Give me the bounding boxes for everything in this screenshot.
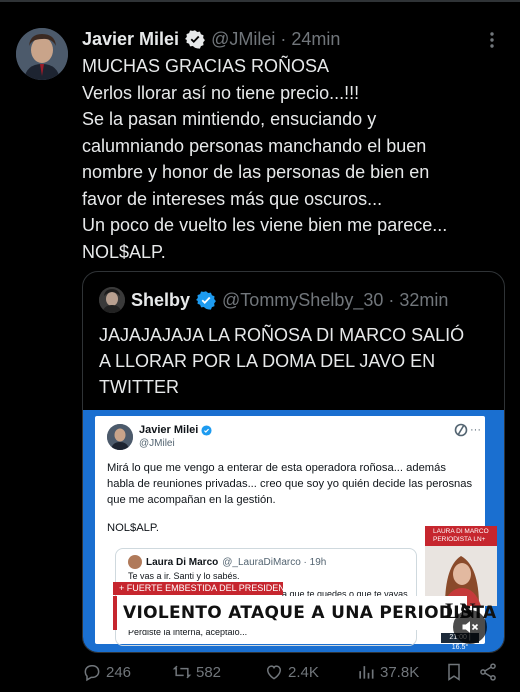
reply-count: 246: [106, 663, 132, 681]
repost-count: 582: [196, 663, 222, 681]
card-signature: NOL$ALP.: [107, 522, 160, 534]
quoted-tweet-text: JAJAJAJAJA LA ROÑOSA DI MARCO SALIÓ A LL…: [99, 322, 491, 400]
bookmark-button[interactable]: [444, 662, 478, 682]
quoted-tweet-header: Shelby @TommyShelby_30 · 32min: [99, 286, 448, 314]
card-line: que me acompañan en la gestión.: [107, 494, 276, 506]
reply-button[interactable]: 246: [82, 662, 172, 682]
tweet-actions: 246 582 2.4K 37.8K: [82, 658, 502, 686]
verified-badge-icon: [185, 29, 205, 49]
quoted-author-name[interactable]: Shelby: [131, 290, 190, 311]
tweet-line: favor de intereses más que oscuros...: [82, 188, 383, 209]
like-button[interactable]: 2.4K: [264, 662, 356, 682]
repost-icon: [172, 665, 192, 679]
inner-line: Te vas a ir. Santi y lo sabés.: [128, 571, 240, 581]
views-chart-icon: [359, 666, 374, 679]
more-options-icon[interactable]: [482, 30, 502, 50]
share-button[interactable]: [478, 662, 502, 682]
tweet-header: Javier Milei @JMilei · 24min: [82, 26, 340, 52]
tweet-line: NOL$ALP.: [82, 241, 166, 262]
bookmark-icon: [448, 663, 460, 681]
quoted-line: JAJAJAJAJA LA ROÑOSA DI MARCO SALIÓ: [99, 325, 465, 345]
card-author-name: Javier Milei: [139, 424, 199, 436]
quoted-line: TWITTER: [99, 377, 179, 397]
tweet-line: Verlos llorar así no tiene precio...!!!: [82, 82, 360, 103]
card-line: Mirá lo que me vengo a enterar de esta o…: [107, 462, 446, 474]
tweet-text: MUCHAS GRACIAS ROÑOSA Verlos llorar así …: [82, 53, 507, 265]
tweet-line: Se la pasan mintiendo, ensuciando y: [82, 109, 377, 129]
card-more-icon: ···: [470, 424, 481, 436]
author-avatar[interactable]: [16, 28, 68, 80]
breaking-tag: + FUERTE EMBESTIDA DEL PRESIDENTE: [113, 582, 296, 595]
inner-quote-header: Laura Di Marco @_LauraDiMarco · 19h: [128, 555, 326, 569]
verified-badge-icon: [196, 290, 216, 310]
tweet-line: MUCHAS GRACIAS ROÑOSA: [82, 56, 330, 76]
card-verified-icon: [201, 424, 212, 436]
mute-button[interactable]: [453, 610, 487, 644]
share-icon: [480, 663, 496, 681]
repost-button[interactable]: 582: [172, 662, 264, 682]
quoted-video[interactable]: Javier Milei @JMilei ··· Mirá lo que me …: [83, 410, 504, 652]
quoted-line: A LLORAR POR LA DOMA DEL JAVO EN: [99, 351, 436, 371]
like-count: 2.4K: [288, 663, 319, 681]
inner-avatar: [128, 555, 142, 569]
quoted-author-handle[interactable]: @TommyShelby_30: [222, 290, 383, 311]
reporter-photo: LAURA DI MARCO PERIODISTA LN+: [425, 526, 497, 606]
inner-author-handle: @_LauraDiMarco · 19h: [222, 556, 327, 568]
card-handle: @JMilei: [139, 438, 175, 449]
heart-icon: [266, 665, 282, 680]
views-button[interactable]: 37.8K: [356, 662, 444, 682]
dot-separator: ·: [388, 289, 395, 310]
news-banner: VIOLENTO ATAQUE A UNA PERIODISTA DE LN+: [113, 596, 504, 630]
tweet-line: Un poco de vuelto les viene bien me pare…: [82, 215, 448, 235]
author-handle[interactable]: @JMilei: [211, 29, 275, 50]
inner-author-name: Laura Di Marco: [146, 556, 219, 568]
card-line: habla de reuniones privadas... creo que …: [107, 478, 473, 490]
tweet-line: calumniando personas manchando el buen: [82, 135, 427, 156]
reply-icon: [84, 665, 100, 682]
tweet-time[interactable]: 24min: [291, 29, 340, 50]
muted-speaker-icon: [462, 621, 479, 633]
author-name[interactable]: Javier Milei: [82, 29, 179, 50]
top-divider: [0, 0, 520, 2]
quoted-tweet-time: 32min: [399, 289, 449, 310]
card-author: Javier Milei: [139, 424, 212, 436]
tweet-line: nombre y honor de las personas de bien e…: [82, 162, 430, 182]
card-text: Mirá lo que me vengo a enterar de esta o…: [107, 460, 477, 508]
dot-separator: ·: [280, 28, 287, 49]
view-count: 37.8K: [380, 663, 420, 681]
card-link-icon: [453, 422, 469, 438]
quoted-tweet[interactable]: Shelby @TommyShelby_30 · 32min JAJAJAJAJ…: [82, 271, 505, 653]
embedded-tweet-card: Javier Milei @JMilei ··· Mirá lo que me …: [95, 416, 504, 651]
quoted-author-avatar[interactable]: [99, 287, 125, 313]
card-avatar: [107, 424, 133, 450]
